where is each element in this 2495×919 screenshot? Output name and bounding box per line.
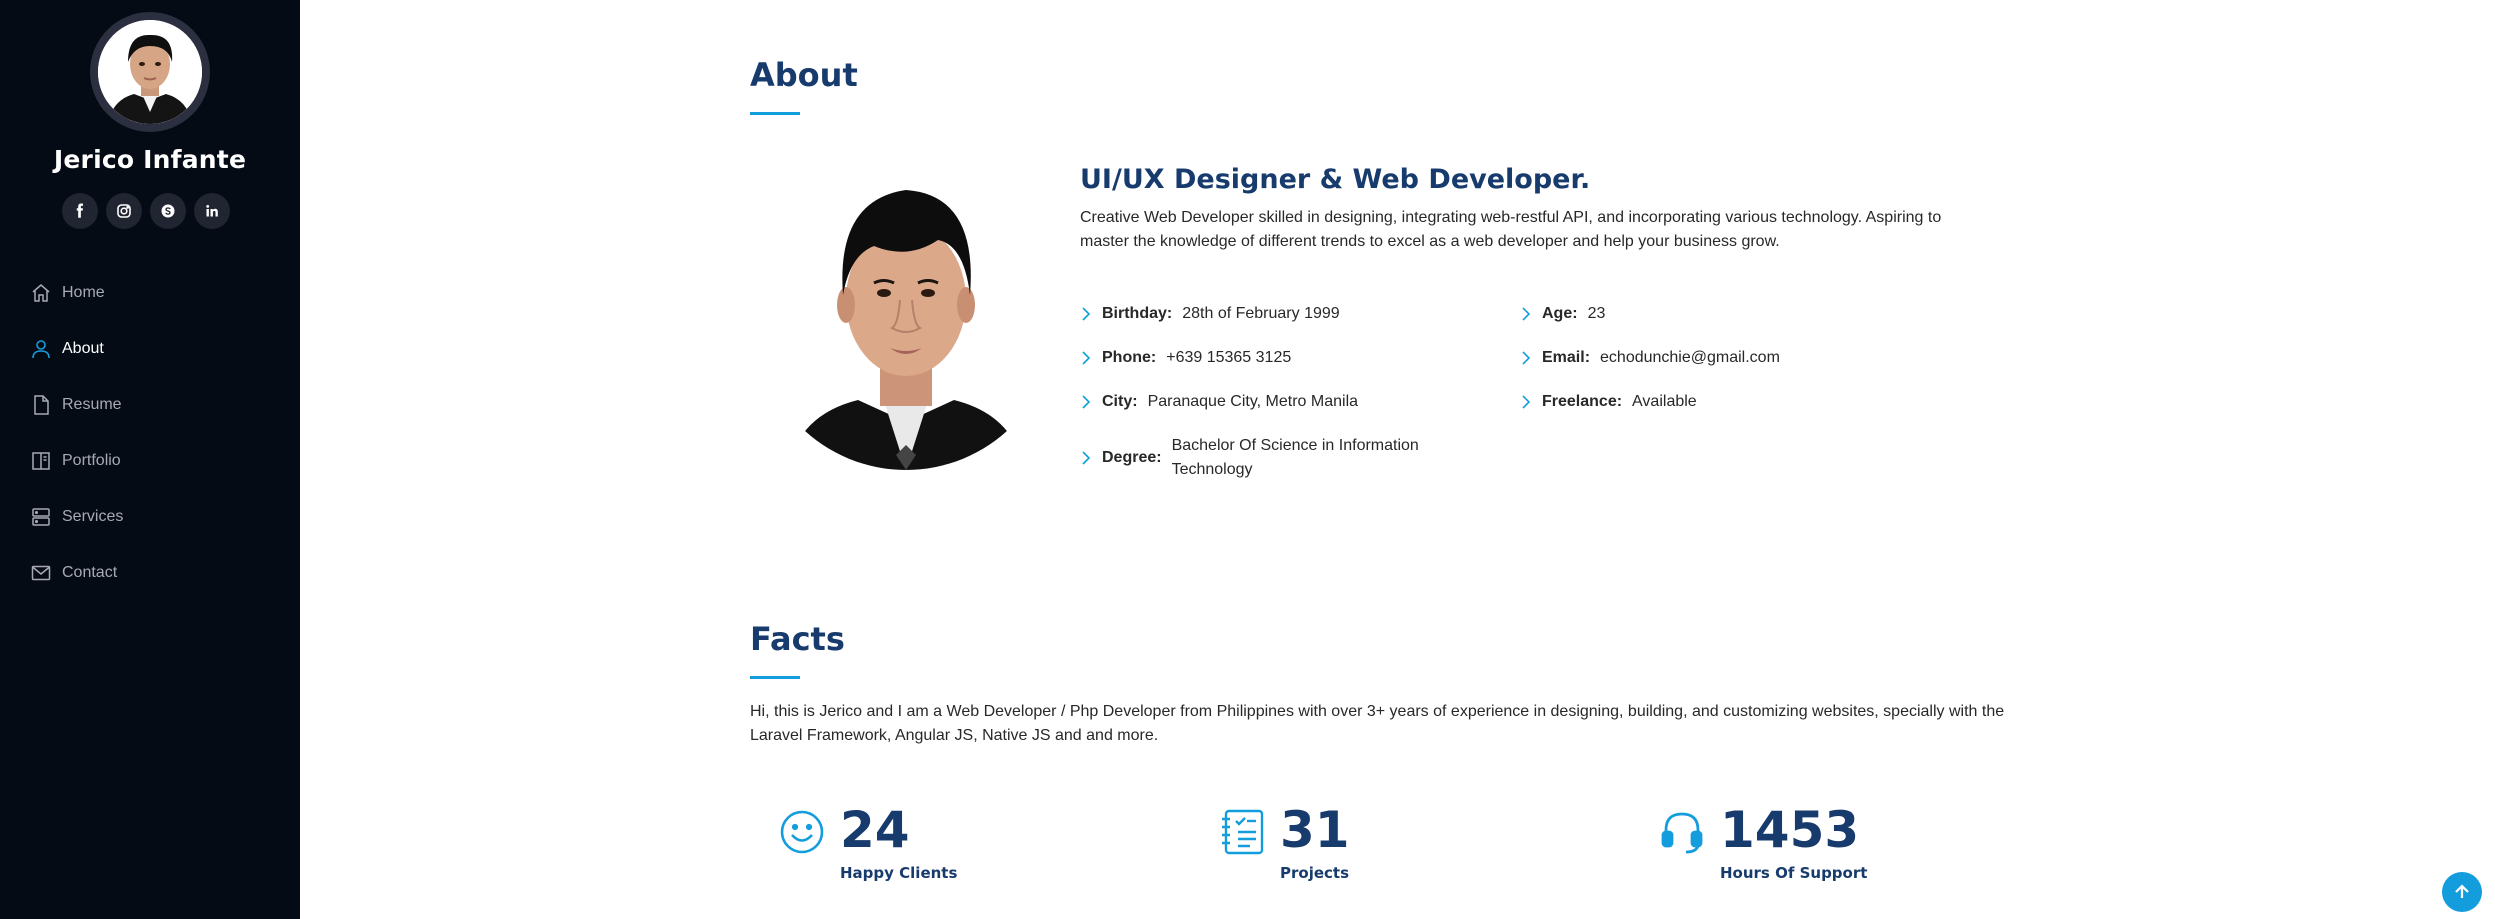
envelope-icon [30, 562, 52, 584]
back-to-top-button[interactable] [2442, 872, 2482, 912]
info-freelance-value: Available [1632, 393, 1697, 410]
nav-label-services: Services [62, 508, 124, 525]
nav-label-portfolio: Portfolio [62, 452, 121, 469]
counter-value: 24 [840, 801, 910, 859]
profile-photo [788, 170, 1024, 470]
arrow-up-icon [2455, 884, 2469, 898]
book-icon [30, 450, 52, 472]
info-phone-label: Phone: [1102, 349, 1157, 366]
about-heading: UI/UX Designer & Web Developer. [1080, 164, 1591, 195]
chevron-right-icon [1080, 346, 1096, 370]
nav-item-home[interactable]: Home [30, 265, 290, 321]
info-phone-value: +639 15365 3125 [1166, 349, 1292, 366]
info-age: Age: 23 [1520, 302, 1605, 326]
nav-item-services[interactable]: Services [30, 489, 290, 545]
sidebar: Jerico Infante Home About Resume Portfol… [0, 0, 300, 919]
facts-text: Hi, this is Jerico and I am a Web Develo… [750, 703, 2005, 744]
counter-value: 1453 [1720, 801, 1860, 859]
counter-value: 31 [1280, 801, 1350, 859]
info-phone: Phone: +639 15365 3125 [1080, 346, 1291, 370]
chevron-right-icon [1080, 302, 1096, 326]
chevron-right-icon [1080, 446, 1096, 470]
info-freelance: Freelance: Available [1520, 390, 1697, 414]
info-email-label: Email: [1542, 349, 1591, 366]
counter-label: Hours Of Support [1720, 864, 1868, 882]
nav-item-contact[interactable]: Contact [30, 545, 290, 601]
info-email: Email: echodunchie@gmail.com [1520, 346, 1780, 370]
chevron-right-icon [1080, 390, 1096, 414]
about-description: Creative Web Developer skilled in design… [1080, 209, 1942, 250]
chevron-right-icon [1520, 302, 1536, 326]
counter-label: Happy Clients [840, 864, 958, 882]
journal-icon [1222, 809, 1264, 855]
info-birthday-label: Birthday: [1102, 305, 1173, 322]
facts-title: Facts [750, 620, 845, 658]
nav-label-home: Home [62, 284, 105, 301]
info-degree-label: Degree: [1102, 449, 1162, 466]
social-links [62, 193, 230, 229]
home-icon [30, 282, 52, 304]
info-city: City: Paranaque City, Metro Manila [1080, 390, 1358, 414]
nav-label-resume: Resume [62, 396, 122, 413]
info-city-value: Paranaque City, Metro Manila [1147, 393, 1359, 410]
nav-menu: Home About Resume Portfolio Services Con… [30, 265, 290, 601]
skype-icon[interactable] [150, 193, 186, 229]
about-title-underline [750, 112, 800, 115]
instagram-icon[interactable] [106, 193, 142, 229]
chevron-right-icon [1520, 390, 1536, 414]
nav-item-about[interactable]: About [30, 321, 290, 377]
avatar[interactable] [90, 12, 210, 132]
info-email-value[interactable]: echodunchie@gmail.com [1600, 346, 1780, 370]
about-title: About [750, 56, 858, 94]
server-icon [30, 506, 52, 528]
linkedin-icon[interactable] [194, 193, 230, 229]
facebook-icon[interactable] [62, 193, 98, 229]
headset-icon [1661, 812, 1703, 854]
file-icon [30, 394, 52, 416]
profile-name: Jerico Infante [53, 145, 247, 174]
smile-icon [780, 810, 824, 854]
nav-label-about: About [62, 340, 104, 357]
info-degree-value: Bachelor Of Science in Information Techn… [1171, 437, 1419, 478]
facts-title-underline [750, 676, 800, 679]
info-age-label: Age: [1542, 305, 1578, 322]
nav-item-resume[interactable]: Resume [30, 377, 290, 433]
nav-label-contact: Contact [62, 564, 118, 581]
nav-item-portfolio[interactable]: Portfolio [30, 433, 290, 489]
info-city-label: City: [1102, 393, 1138, 410]
chevron-right-icon [1520, 346, 1536, 370]
info-age-value: 23 [1587, 305, 1606, 322]
info-birthday-value: 28th of February 1999 [1182, 305, 1340, 322]
info-birthday: Birthday: 28th of February 1999 [1080, 302, 1340, 326]
person-icon [30, 338, 52, 360]
info-degree: Degree: Bachelor Of Science in Informati… [1080, 434, 1452, 482]
counter-label: Projects [1280, 864, 1350, 882]
avatar-portrait [98, 20, 202, 124]
info-freelance-label: Freelance: [1542, 393, 1623, 410]
